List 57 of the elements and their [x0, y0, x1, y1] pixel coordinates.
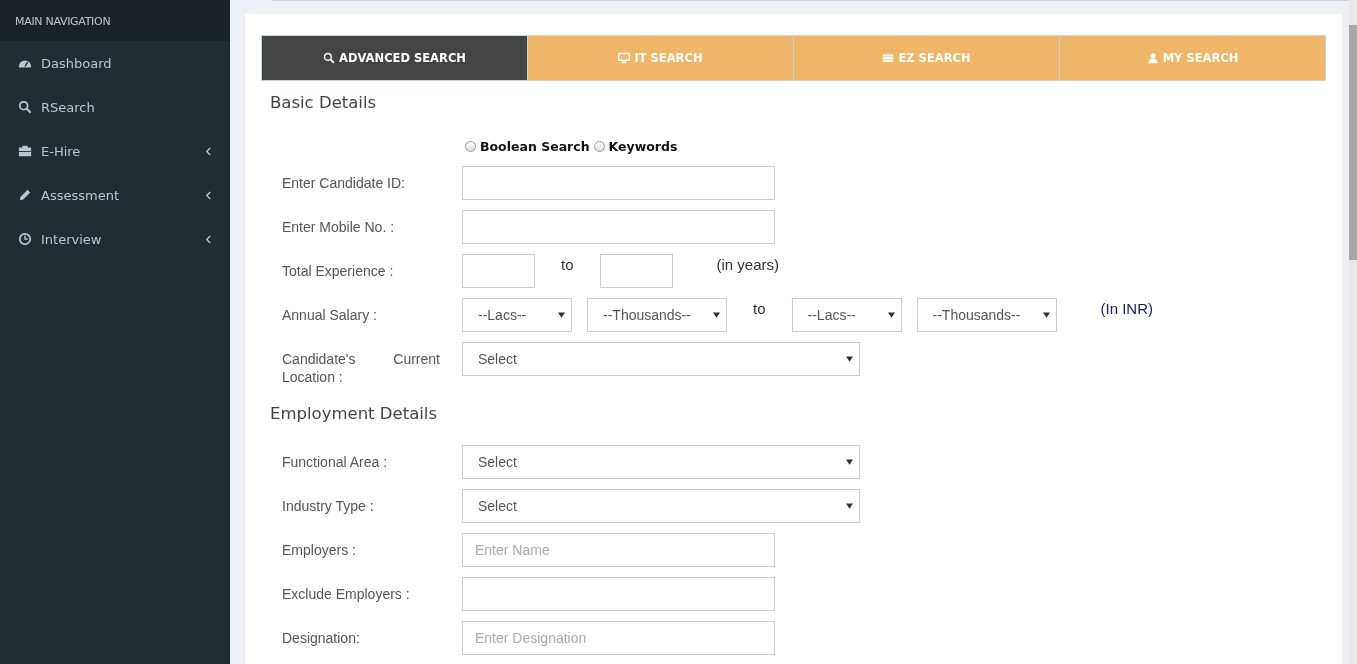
dropdown-select[interactable]: --Lacs-- — [791, 298, 902, 332]
caret-icon — [1042, 312, 1050, 318]
field-label: Candidate's Current Location : — [282, 350, 440, 386]
radio-option[interactable]: Keywords — [593, 139, 678, 154]
search-icon — [323, 52, 336, 64]
clock-icon — [18, 232, 32, 246]
briefcase-icon — [18, 144, 32, 158]
section-heading: Employment Details — [270, 404, 438, 423]
text-input-field[interactable] — [599, 254, 673, 288]
sidebar-item[interactable]: E-Hire — [0, 129, 230, 173]
range-separator: to — [561, 255, 574, 273]
field-label: Enter Candidate ID: — [282, 174, 406, 192]
range-separator: to — [753, 299, 766, 317]
radio-button[interactable] — [593, 141, 605, 152]
scrollbar[interactable] — [1349, 0, 1357, 664]
dropdown-select[interactable]: --Lacs-- — [462, 298, 572, 332]
field-label: Employers : — [282, 541, 357, 559]
section-heading: Basic Details — [270, 93, 378, 112]
dropdown-select[interactable]: Select — [462, 489, 860, 523]
sidebar-header: MAIN NAVIGATION — [0, 0, 230, 41]
field-label: Annual Salary : — [282, 306, 378, 324]
sidebar-item[interactable]: RSearch — [0, 85, 230, 129]
search-tab[interactable]: ADVANCED SEARCH — [262, 36, 527, 80]
caret-icon — [558, 312, 565, 318]
text-input-field[interactable] — [462, 166, 775, 200]
list-icon — [882, 52, 895, 64]
caret-icon — [846, 356, 853, 362]
caret-icon — [713, 312, 720, 318]
field-label: Total Experience : — [282, 262, 395, 280]
unit-note: (In INR) — [1100, 299, 1153, 317]
caret-icon — [846, 459, 853, 465]
unit-note: (in years) — [716, 255, 780, 273]
text-input-field[interactable] — [462, 577, 775, 611]
sidebar-item[interactable]: Dashboard — [0, 41, 230, 85]
caret-icon — [887, 312, 895, 318]
field-label: Functional Area : — [282, 453, 389, 471]
field-label: Industry Type : — [282, 497, 375, 515]
field-label: Exclude Employers : — [282, 585, 411, 603]
pencil-icon — [18, 188, 32, 202]
text-input-field[interactable]: Enter Name — [462, 533, 775, 567]
dropdown-select[interactable]: --Thousands-- — [916, 298, 1057, 332]
text-input-field[interactable]: Enter Designation — [462, 621, 775, 655]
dropdown-select[interactable]: Select — [462, 342, 860, 376]
radio-button[interactable] — [465, 141, 476, 152]
text-input-field[interactable] — [462, 254, 535, 288]
field-label: Designation: — [282, 629, 361, 647]
caret-icon — [846, 503, 853, 509]
dropdown-select[interactable]: Select — [462, 445, 860, 479]
text-input-field[interactable] — [462, 210, 775, 244]
user-icon — [1146, 52, 1159, 64]
field-label: Enter Mobile No. : — [282, 218, 396, 236]
sidebar-item[interactable]: Assessment — [0, 173, 230, 217]
monitor-icon — [618, 52, 631, 64]
radio-label: Keywords — [608, 139, 678, 154]
sidebar-item[interactable]: Interview — [0, 217, 230, 261]
search-icon — [18, 100, 32, 114]
dropdown-select[interactable]: --Thousands-- — [587, 298, 727, 332]
